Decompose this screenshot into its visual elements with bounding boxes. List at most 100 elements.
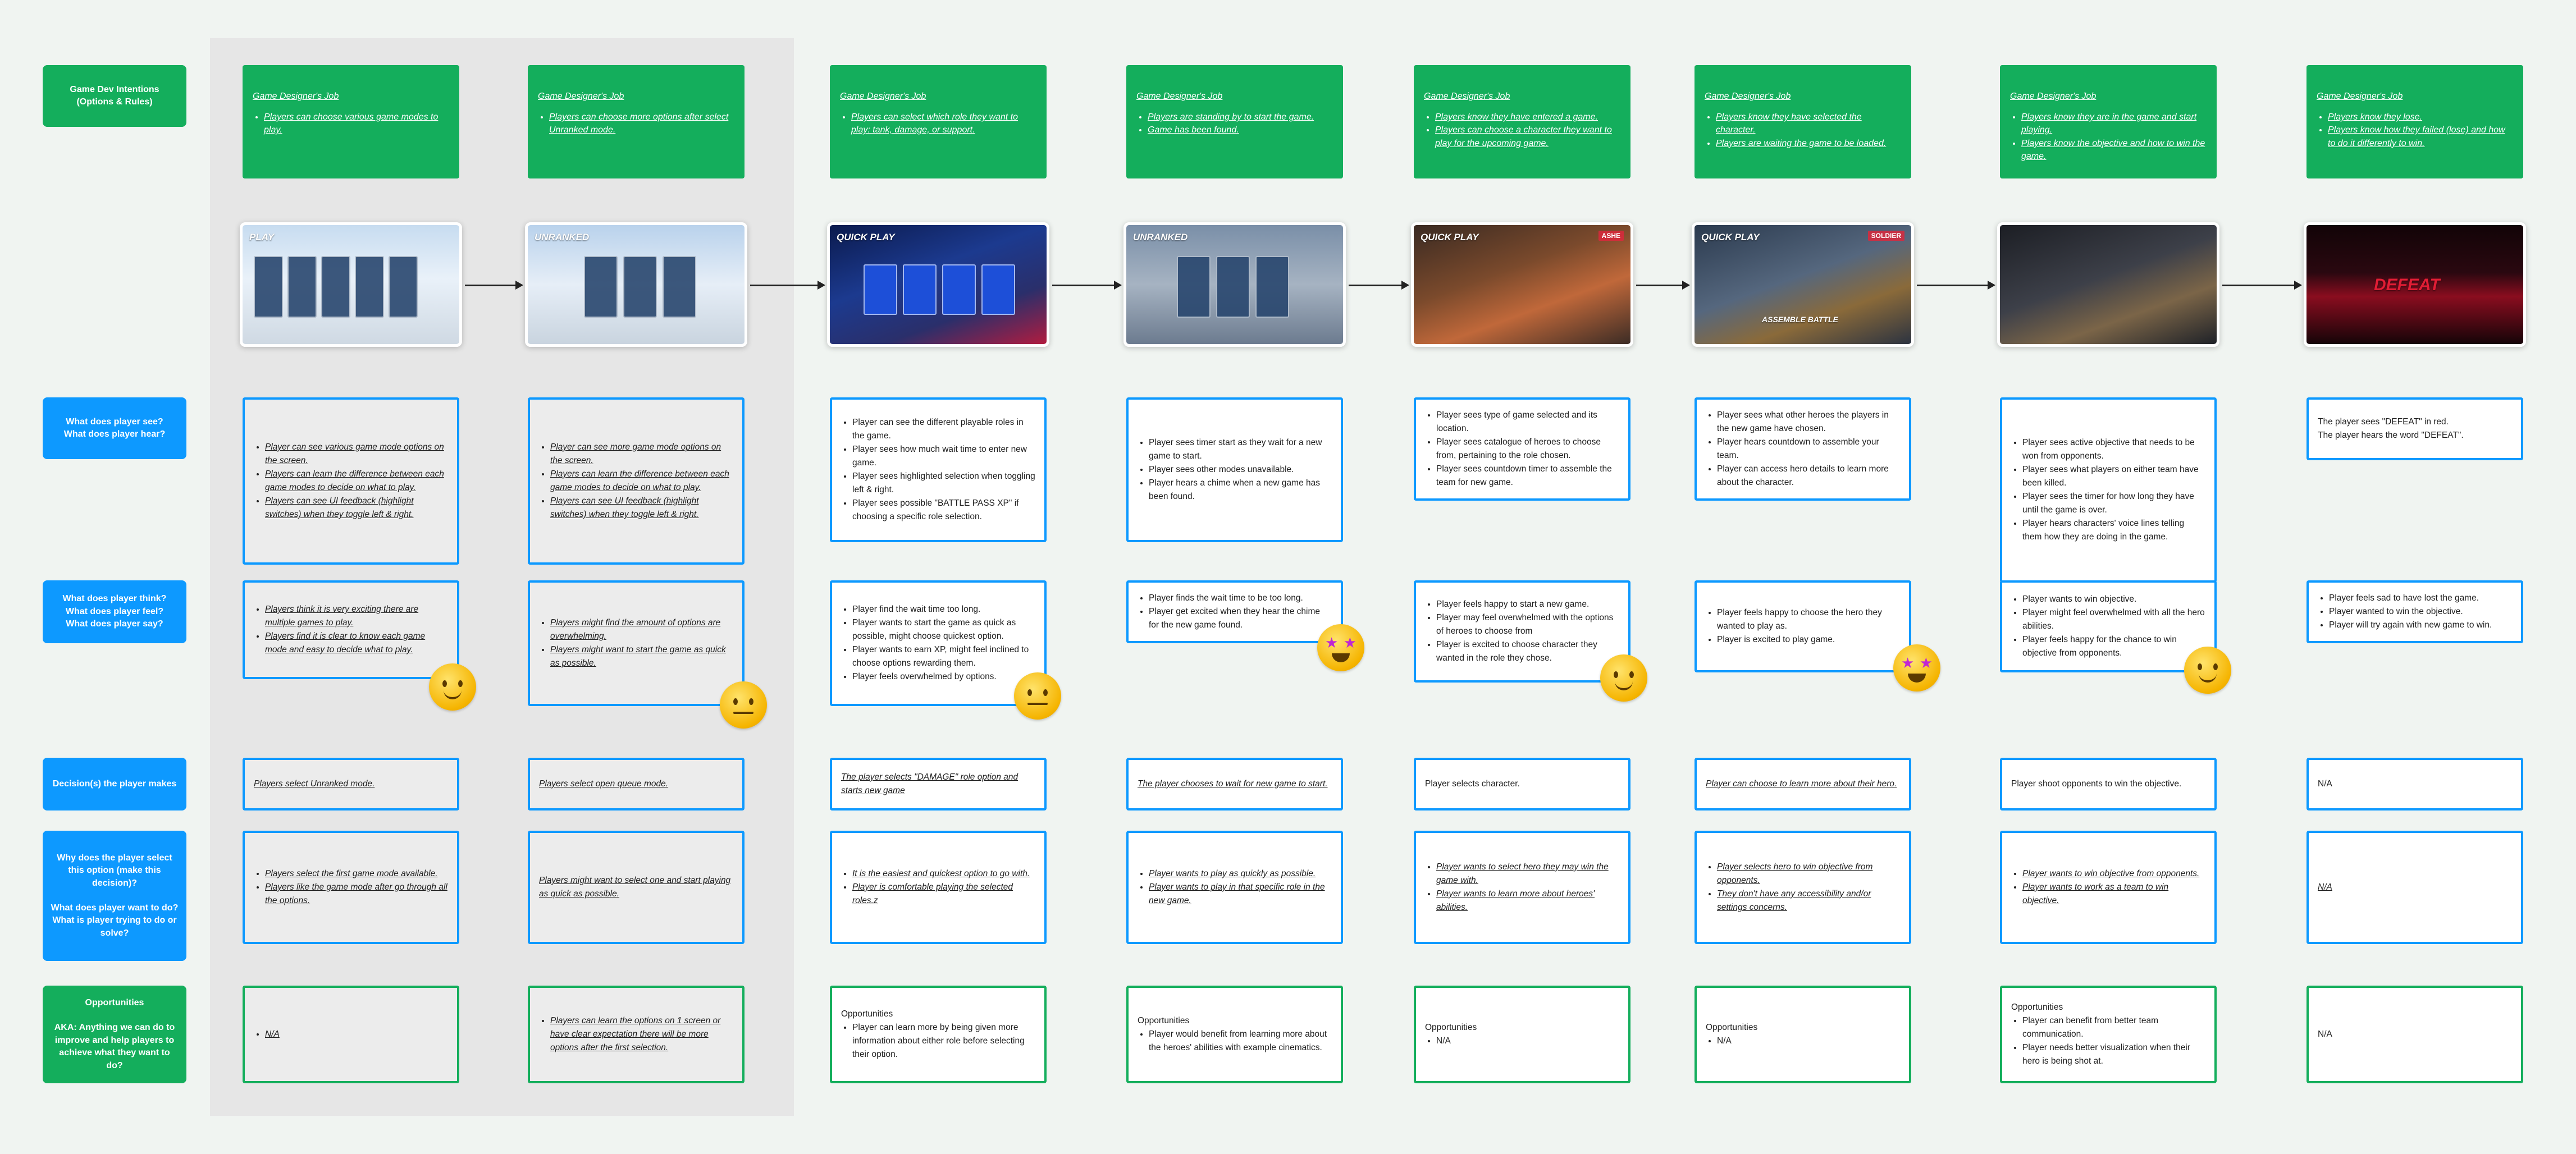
see-hear-item: Player sees other modes unavailable. [1149,463,1332,477]
neutral-face-icon [720,681,767,729]
think-feel-item: Player might feel overwhelmed with all t… [2022,606,2205,633]
why-item: It is the easiest and quickest option to… [852,867,1035,881]
think-feel-item: Player wants to win objective. [2022,593,2205,606]
opportunity-item: Player can learn more by being given mor… [852,1021,1035,1061]
job-title: Game Designer's Job [840,91,926,101]
row-label-intentions: Game Dev Intentions (Options & Rules) [43,65,186,127]
opportunities-card: Opportunities Player can benefit from bet… [2000,986,2217,1083]
see-hear-list: Player can see the different playable ro… [841,416,1035,524]
job-title: Game Designer's Job [1424,91,1510,101]
why-item: Player is comfortable playing the select… [852,881,1035,908]
mouth [1615,681,1633,690]
job-title: Game Designer's Job [2010,91,2097,101]
job-item: Players are standing by to start the gam… [1148,111,1333,123]
eyes [1614,671,1634,678]
think-feel-item: Player get excited when they hear the ch… [1149,605,1332,632]
mode-card [1216,256,1250,318]
why-item: Player wants to work as a team to win ob… [2022,881,2205,908]
why-list: Player selects hero to win objective fro… [1706,860,1900,914]
job-list: Players know they lose.Players know how … [2317,111,2513,150]
see-hear-item: Players can see UI feedback (highlight s… [265,494,448,521]
eyes [442,680,463,687]
think-feel-item: Player is excited to choose character th… [1436,638,1619,665]
mode-card [254,256,283,318]
eye [1614,671,1618,678]
think-feel-item: Players think it is very exciting there … [265,603,448,630]
decision-card: Players select Unranked mode. [243,758,459,810]
see-hear-item: Player sees timer start as they wait for… [1149,436,1332,463]
row-label-why: Why does the player select this option (… [43,831,186,961]
think-feel-item: Player feels happy for the chance to win… [2022,633,2205,660]
eye [458,680,463,687]
think-feel-item: Player feels overwhelmed by options. [852,670,1035,684]
think-feel-item: Player find the wait time too long. [852,603,1035,616]
decision-text: N/A [2318,779,2332,789]
opportunity-item: Player needs better visualization when t… [2022,1041,2205,1068]
eye [1027,689,1032,696]
see-hear-card: Player can see various game mode options… [243,397,459,565]
screen-thumbnail: UNRANKED [525,222,747,347]
job-list: Players can choose more options after se… [538,111,734,136]
star-struck-icon: ★ ★ [1893,644,1940,692]
why-text: N/A [2318,882,2332,892]
opportunity-text: N/A [2318,1029,2332,1039]
decision-card: Player can choose to learn more about th… [1695,758,1911,810]
why-item: Player wants to learn more about heroes'… [1436,887,1619,914]
think-feel-list: Players think it is very exciting there … [254,603,448,657]
row-label-line: What does player want to do? [51,903,179,913]
mouth [1908,674,1926,683]
think-feel-list: Player finds the wait time to be too lon… [1138,592,1332,632]
mode-card [287,256,317,318]
opportunities-card: Players can learn the options on 1 scree… [528,986,745,1083]
flow-arrow [750,281,825,290]
decision-card: Player selects character. [1414,758,1630,810]
screen-caption: DEFEAT [2374,276,2440,294]
see-hear-item: Player can see various game mode options… [265,441,448,468]
see-hear-item: Players can see UI feedback (highlight s… [550,494,733,521]
game-designer-job-card: Game Designer's Job Players can select wh… [830,65,1047,178]
see-hear-card: Player sees active objective that needs … [2000,397,2217,583]
screen-subcaption: ASSEMBLE BATTLE [1762,315,1838,324]
see-hear-item: Player hears a chime when a new game has… [1149,477,1332,503]
game-designer-job-card: Game Designer's Job Players know they hav… [1695,65,1911,178]
see-hear-item: Players can learn the difference between… [550,468,733,494]
why-card: It is the easiest and quickest option to… [830,831,1047,944]
see-hear-item: Player sees active objective that needs … [2022,436,2205,463]
hero-badge: SOLDIER [1867,231,1904,241]
think-feel-card: Player feels sad to have lost the game.P… [2306,580,2523,643]
eye [1629,671,1634,678]
screen-caption: UNRANKED [535,232,590,242]
opportunity-list: N/A [254,1028,448,1041]
star-eye-icon: ★ [1901,654,1915,671]
decision-text: The player chooses to wait for new game … [1138,779,1328,789]
slightly-smiling-face-icon [429,663,476,711]
job-item: Players can choose more options after se… [549,111,734,136]
opportunities-card: Opportunities Player would benefit from l… [1126,986,1343,1083]
job-list: Players can choose various game modes to… [253,111,449,136]
job-list: Players know they are in the game and st… [2010,111,2207,163]
decision-card: Player shoot opponents to win the object… [2000,758,2217,810]
screen-thumbnail: PLAY [240,222,462,347]
why-card: Players select the first game mode avail… [243,831,459,944]
decision-text: Player shoot opponents to win the object… [2011,779,2182,789]
eyes [733,698,753,705]
mode-card [864,264,897,315]
game-designer-job-card: Game Designer's Job Players know they are… [2000,65,2217,178]
opportunities-card: Opportunities N/A [1414,986,1630,1083]
see-hear-item: Player sees what other heroes the player… [1717,409,1900,436]
row-label-think-feel-say: What does player think? What does player… [43,580,186,643]
see-hear-item: Player sees catalogue of heroes to choos… [1436,436,1619,462]
opportunities-card: N/A [243,986,459,1083]
why-item: Player wants to play in that specific ro… [1149,881,1332,908]
opportunity-list: Players can learn the options on 1 scree… [539,1014,733,1055]
job-title: Game Designer's Job [1136,91,1223,101]
decision-text: Players select Unranked mode. [254,779,375,789]
mouth [444,690,462,699]
think-feel-item: Player wants to earn XP, might feel incl… [852,643,1035,670]
see-hear-card: Player sees timer start as they wait for… [1126,397,1343,542]
why-list: It is the easiest and quickest option to… [841,867,1035,908]
screen-caption: QUICK PLAY [1421,232,1479,242]
opportunities-card: N/A [2306,986,2523,1083]
see-hear-item: Player sees what players on either team … [2022,463,2205,490]
why-item: Players select the first game mode avail… [265,867,448,881]
